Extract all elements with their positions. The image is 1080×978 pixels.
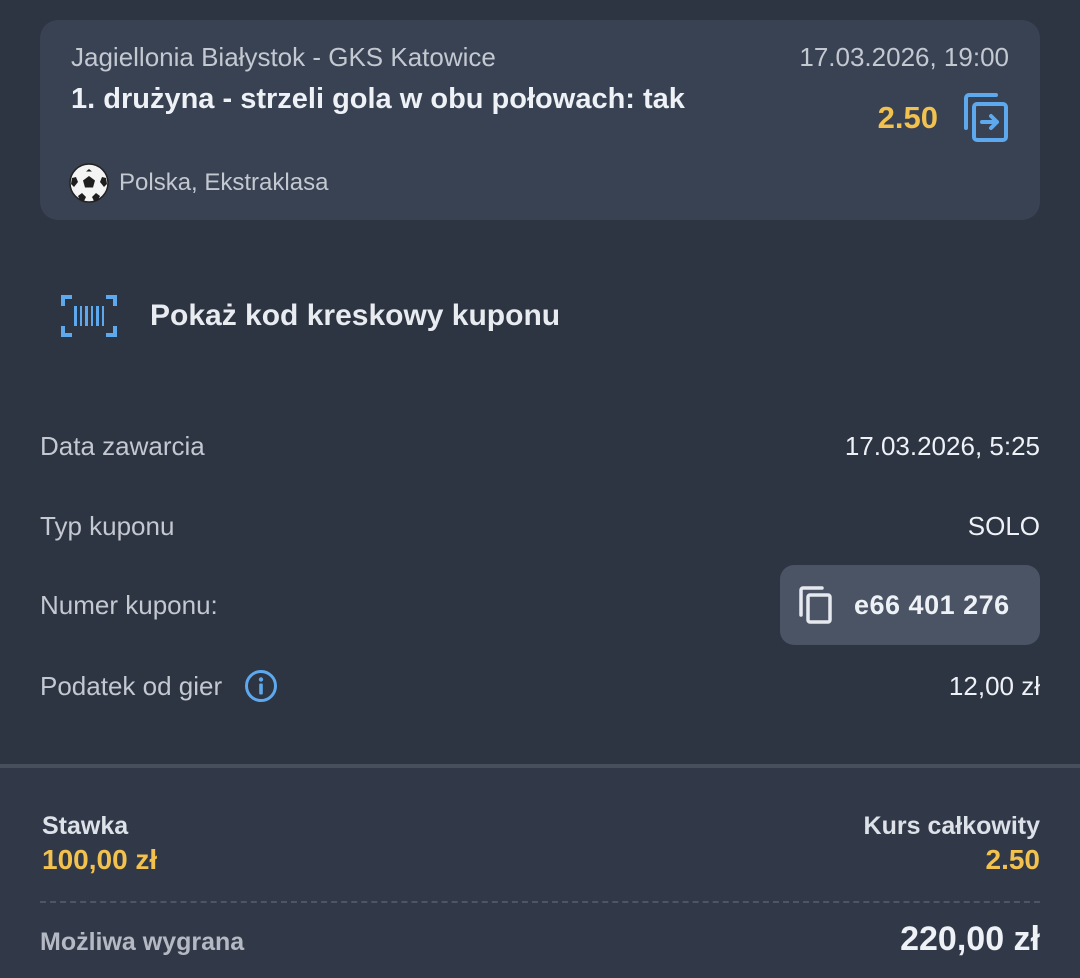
detail-row-tax: Podatek od gier 12,00 zł [40,661,1040,711]
possible-win-label: Możliwa wygrana [40,928,245,956]
type-label: Typ kuponu [40,510,175,541]
bet-selection: 1. drużyna - strzeli gola w obu połowach… [71,83,685,115]
type-value: SOLO [967,510,1040,541]
date-value: 17.03.2026, 5:25 [844,430,1040,461]
stake-value: 100,00 zł [42,844,158,875]
coupon-number: e66 401 276 [854,589,1010,620]
total-odds-value: 2.50 [985,844,1041,875]
detail-row-type: Typ kuponu SOLO [40,501,1040,551]
barcode-scan-icon [61,295,117,337]
possible-win-value: 220,00 zł [900,920,1040,958]
match-datetime: 17.03.2026, 19:00 [799,42,1009,72]
league-name: Polska, Ekstraklasa [119,169,329,196]
summary-divider [40,901,1040,903]
bet-card[interactable]: Jagiellonia Białystok - GKS Katowice 17.… [40,20,1040,220]
tax-label: Podatek od gier [40,669,278,703]
bet-odds: 2.50 [877,100,938,135]
date-label: Data zawarcia [40,430,205,461]
league-row: Polska, Ekstraklasa [69,162,328,204]
swap-icon[interactable] [962,92,1010,144]
detail-row-date: Data zawarcia 17.03.2026, 5:25 [40,421,1040,471]
tax-label-text: Podatek od gier [40,670,223,701]
info-icon[interactable] [244,669,278,703]
soccer-ball-icon [69,163,109,203]
total-odds-label: Kurs całkowity [863,812,1040,840]
barcode-label: Pokaż kod kreskowy kuponu [150,299,561,332]
copy-coupon-number-button[interactable]: e66 401 276 [780,565,1040,645]
summary-panel: Stawka 100,00 zł Kurs całkowity 2.50 Moż… [0,764,1080,978]
tax-value: 12,00 zł [948,670,1040,701]
match-name: Jagiellonia Białystok - GKS Katowice [71,42,496,72]
stake-label: Stawka [42,812,129,840]
copy-icon [799,586,832,624]
number-label: Numer kuponu: [40,589,218,620]
show-barcode-button[interactable]: Pokaż kod kreskowy kuponu [60,290,560,342]
detail-row-number: Numer kuponu: e66 401 276 [40,565,1040,645]
